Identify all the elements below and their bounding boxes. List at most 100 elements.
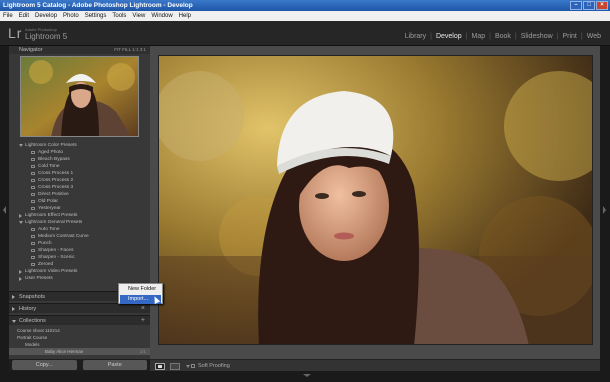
navigator-preview-image (21, 57, 138, 136)
menu-tools[interactable]: Tools (112, 11, 126, 21)
preset-icon (31, 263, 35, 266)
copy-button[interactable]: Copy... (12, 360, 77, 370)
preset-folder[interactable]: Lightroom Video Presets (9, 268, 150, 275)
menu-edit[interactable]: Edit (19, 11, 29, 21)
preset-item[interactable]: Medium Contrast Curve (9, 233, 150, 240)
develop-toolbar: Soft Proofing (150, 359, 600, 371)
module-map[interactable]: Map (468, 33, 488, 40)
preset-label: Cross Process 1 (38, 171, 74, 176)
preset-icon (31, 242, 35, 245)
soft-proofing-checkbox[interactable] (191, 364, 195, 368)
window-title-bar: Lightroom 5 Catalog - Adobe Photoshop Li… (0, 0, 610, 11)
menu-view[interactable]: View (132, 11, 145, 21)
collections-title: Collections (19, 318, 46, 324)
filmstrip-toggle[interactable] (0, 371, 610, 382)
preset-label: Lightroom Effect Presets (25, 213, 78, 218)
preset-label: User Presets (25, 276, 53, 281)
expand-arrow-icon (19, 221, 23, 224)
preset-item[interactable]: Yesteryear (9, 205, 150, 212)
menu-photo[interactable]: Photo (63, 11, 79, 21)
close-button[interactable]: × (596, 1, 608, 10)
collapse-arrow-icon (12, 307, 15, 311)
preset-item[interactable]: Zeroed (9, 261, 150, 268)
preset-item[interactable]: Sharpen - Scenic (9, 254, 150, 261)
preset-folder[interactable]: Lightroom Effect Presets (9, 212, 150, 219)
preset-item[interactable]: Punch (9, 240, 150, 247)
preset-icon (31, 200, 35, 203)
loupe-photo[interactable] (158, 55, 593, 345)
menu-new-folder[interactable]: New Folder (120, 285, 161, 294)
preset-item[interactable]: Bleach Bypass (9, 156, 150, 163)
preset-icon (31, 207, 35, 210)
preset-item[interactable]: Auto Tone (9, 226, 150, 233)
menu-settings[interactable]: Settings (85, 11, 107, 21)
preset-label: Lightroom General Presets (25, 220, 83, 225)
main-image-area (150, 46, 600, 359)
preset-item[interactable]: Cross Process 2 (9, 177, 150, 184)
menu-window[interactable]: Window (151, 11, 172, 21)
preset-item[interactable]: Sharpen - Faces (9, 247, 150, 254)
navigator-title: Navigator (19, 47, 43, 53)
module-web[interactable]: Web (584, 33, 604, 40)
identity-line-2: Lightroom 5 (25, 32, 68, 41)
navigator-header[interactable]: Navigator FIT FILL 1:1 3:1 (9, 46, 150, 54)
collections-list: Course shoot 110214 Portrait Course Mode… (9, 327, 150, 355)
collection-label: Baby Alice Herman (45, 349, 84, 354)
collections-panel-header[interactable]: Collections + (9, 315, 150, 325)
preset-folder[interactable]: User Presets (9, 275, 150, 282)
collection-item[interactable]: Portrait Course (9, 334, 150, 341)
preset-icon (31, 228, 35, 231)
left-panel-toggle[interactable] (0, 46, 9, 382)
collection-label: Portrait Course (17, 335, 48, 340)
preset-label: Auto Tone (38, 227, 60, 232)
navigator-zoom-options[interactable]: FIT FILL 1:1 3:1 (114, 46, 146, 54)
preset-label: Sharpen - Scenic (38, 255, 75, 260)
module-slideshow[interactable]: Slideshow (518, 33, 556, 40)
preset-label: Lightroom Video Presets (25, 269, 78, 274)
loupe-view-icon[interactable] (155, 363, 165, 370)
history-clear-icon[interactable]: × (141, 304, 145, 314)
minimize-button[interactable]: – (570, 1, 582, 10)
module-library[interactable]: Library (402, 33, 429, 40)
preset-icon (31, 165, 35, 168)
preset-item[interactable]: Aged Photo (9, 149, 150, 156)
preset-icon (31, 186, 35, 189)
preset-label: Cross Process 2 (38, 178, 74, 183)
right-panel-toggle[interactable] (600, 46, 610, 382)
collection-item[interactable]: Models (9, 341, 150, 348)
add-collection-icon[interactable]: + (141, 316, 145, 326)
preset-folder[interactable]: Lightroom General Presets (9, 219, 150, 226)
preset-item[interactable]: Old Polar (9, 198, 150, 205)
window-controls: – □ × (570, 1, 608, 10)
paste-button[interactable]: Paste (82, 360, 147, 370)
collapse-arrow-icon (19, 214, 22, 218)
collection-item[interactable]: Course shoot 110214 (9, 327, 150, 334)
navigator-preview[interactable] (20, 56, 139, 137)
preset-icon (31, 151, 35, 154)
menu-file[interactable]: File (3, 11, 13, 21)
preset-item[interactable]: Cold Tone (9, 163, 150, 170)
preset-label: Medium Contrast Curve (38, 234, 89, 239)
portrait-photo (159, 56, 592, 344)
preset-label: Old Polar (38, 199, 58, 204)
copy-paste-bar: Copy... Paste (9, 359, 150, 371)
preset-folder[interactable]: Lightroom Color Presets (9, 142, 150, 149)
preset-icon (31, 235, 35, 238)
history-panel-header[interactable]: History × (9, 303, 150, 313)
module-develop[interactable]: Develop (433, 33, 465, 40)
preset-label: Direct Positive (38, 192, 69, 197)
menu-develop[interactable]: Develop (35, 11, 57, 21)
module-picker: Library | Develop | Map | Book | Slideshow | … (402, 33, 604, 40)
before-after-view-icon[interactable] (170, 363, 180, 370)
menu-help[interactable]: Help (179, 11, 191, 21)
maximize-button[interactable]: □ (583, 1, 595, 10)
collection-item[interactable]: Baby Alice Herman 1/1 (9, 348, 150, 355)
collapse-arrow-icon (19, 277, 22, 281)
module-print[interactable]: Print (559, 33, 579, 40)
module-book[interactable]: Book (492, 33, 514, 40)
preset-item[interactable]: Cross Process 1 (9, 170, 150, 177)
window-title: Lightroom 5 Catalog - Adobe Photoshop Li… (3, 2, 193, 9)
chevron-down-icon[interactable] (186, 365, 190, 368)
preset-item[interactable]: Cross Process 3 (9, 184, 150, 191)
preset-item[interactable]: Direct Positive (9, 191, 150, 198)
